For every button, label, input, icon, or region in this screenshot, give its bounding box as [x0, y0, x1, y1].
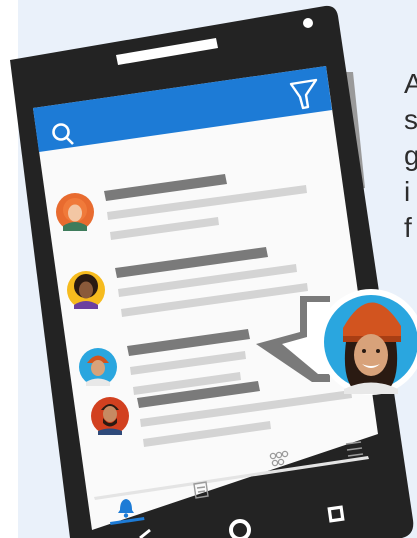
side-text-line: f: [404, 212, 412, 243]
side-text: A s g i f: [404, 66, 417, 246]
phone-illustration: [10, 5, 417, 538]
avatar-red-hair-woman: [56, 193, 94, 231]
avatar-orange-beanie-woman: [79, 348, 117, 386]
avatar-bearded-man: [91, 397, 129, 435]
side-text-line: g: [404, 140, 417, 171]
side-text-line: s: [404, 104, 417, 135]
side-text-line: A: [404, 68, 417, 99]
side-text-line: i: [404, 176, 411, 207]
phone-camera: [303, 18, 313, 28]
avatar-curly-hair-woman: [67, 271, 105, 309]
